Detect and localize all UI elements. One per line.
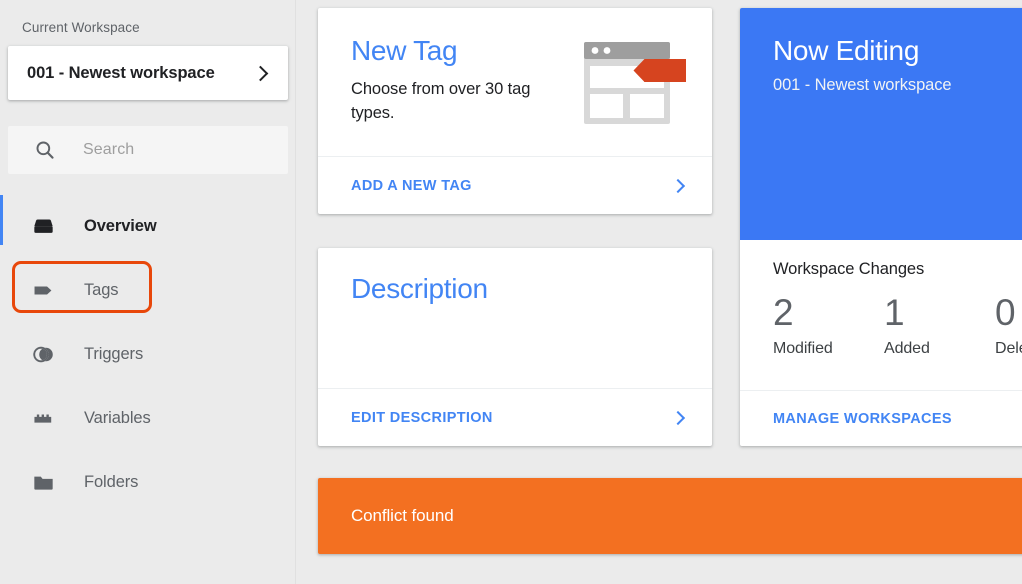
overview-icon — [30, 213, 56, 239]
add-a-new-tag-button[interactable]: ADD A NEW TAG — [318, 156, 712, 214]
description-title: Description — [351, 273, 488, 304]
add-a-new-tag-label: ADD A NEW TAG — [351, 177, 472, 194]
description-card: Description EDIT DESCRIPTION — [318, 248, 712, 446]
sidebar-item-tags[interactable]: Tags — [0, 258, 296, 322]
conflict-banner[interactable]: Conflict found — [318, 478, 1022, 554]
stat-added: 1 Added — [884, 292, 995, 358]
workspace-name: 001 - Newest workspace — [27, 63, 215, 82]
now-editing-title: Now Editing — [773, 35, 920, 66]
sidebar-item-label: Triggers — [84, 344, 144, 363]
workspace-changes-section: Workspace Changes 2 Modified 1 Added 0 D… — [740, 240, 1022, 358]
stat-deleted: 0 Deleted — [995, 292, 1022, 358]
new-tag-card: New Tag Choose from over 30 tag types. A… — [318, 8, 712, 214]
manage-workspaces-button[interactable]: MANAGE WORKSPACES — [740, 390, 1022, 446]
sidebar-item-variables[interactable]: Variables — [0, 386, 296, 450]
browser-tag-illustration — [582, 38, 690, 135]
sidebar-nav: Overview Tags Triggers Variables Folders — [0, 194, 296, 514]
edit-description-label: EDIT DESCRIPTION — [351, 409, 493, 426]
stat-value: 1 — [884, 292, 905, 333]
search-icon — [34, 139, 56, 161]
workspace-changes-title: Workspace Changes — [773, 260, 925, 278]
sidebar-item-triggers[interactable]: Triggers — [0, 322, 296, 386]
conflict-banner-text: Conflict found — [351, 506, 454, 525]
sidebar: Current Workspace 001 - Newest workspace… — [0, 0, 296, 584]
main-content: New Tag Choose from over 30 tag types. A… — [296, 0, 1022, 584]
chevron-right-icon — [670, 410, 686, 425]
stat-label: Modified — [773, 339, 833, 357]
search-input[interactable]: Search — [8, 126, 288, 174]
now-editing-card: Now Editing 001 - Newest workspace Works… — [740, 8, 1022, 446]
tag-icon — [30, 277, 56, 303]
sidebar-item-folders[interactable]: Folders — [0, 450, 296, 514]
new-tag-subtitle: Choose from over 30 tag types. — [351, 80, 531, 123]
trigger-icon — [30, 341, 56, 367]
stat-value: 0 — [995, 292, 1016, 333]
new-tag-card-body: New Tag Choose from over 30 tag types. — [318, 8, 712, 126]
sidebar-item-label: Variables — [84, 408, 151, 427]
workspace-changes-stats: 2 Modified 1 Added 0 Deleted — [773, 292, 1022, 358]
app-root: Current Workspace 001 - Newest workspace… — [0, 0, 1022, 584]
variables-icon — [30, 405, 56, 431]
now-editing-workspace: 001 - Newest workspace — [773, 76, 952, 95]
now-editing-banner: Now Editing 001 - Newest workspace — [740, 8, 1022, 240]
edit-description-button[interactable]: EDIT DESCRIPTION — [318, 388, 712, 446]
folder-icon — [30, 469, 56, 495]
sidebar-item-label: Overview — [84, 216, 157, 235]
sidebar-item-label: Folders — [84, 472, 139, 491]
sidebar-item-label: Tags — [84, 280, 119, 299]
workspace-selector[interactable]: 001 - Newest workspace — [8, 46, 288, 100]
description-card-body: Description — [318, 248, 712, 304]
stat-modified: 2 Modified — [773, 292, 884, 358]
stat-label: Deleted — [995, 339, 1022, 357]
sidebar-item-overview[interactable]: Overview — [0, 194, 296, 258]
search-placeholder: Search — [83, 141, 135, 158]
manage-workspaces-label: MANAGE WORKSPACES — [773, 410, 952, 427]
current-workspace-label: Current Workspace — [22, 20, 140, 35]
stat-value: 2 — [773, 292, 794, 333]
chevron-right-icon — [252, 65, 269, 81]
chevron-right-icon — [670, 178, 686, 193]
stat-label: Added — [884, 339, 930, 357]
